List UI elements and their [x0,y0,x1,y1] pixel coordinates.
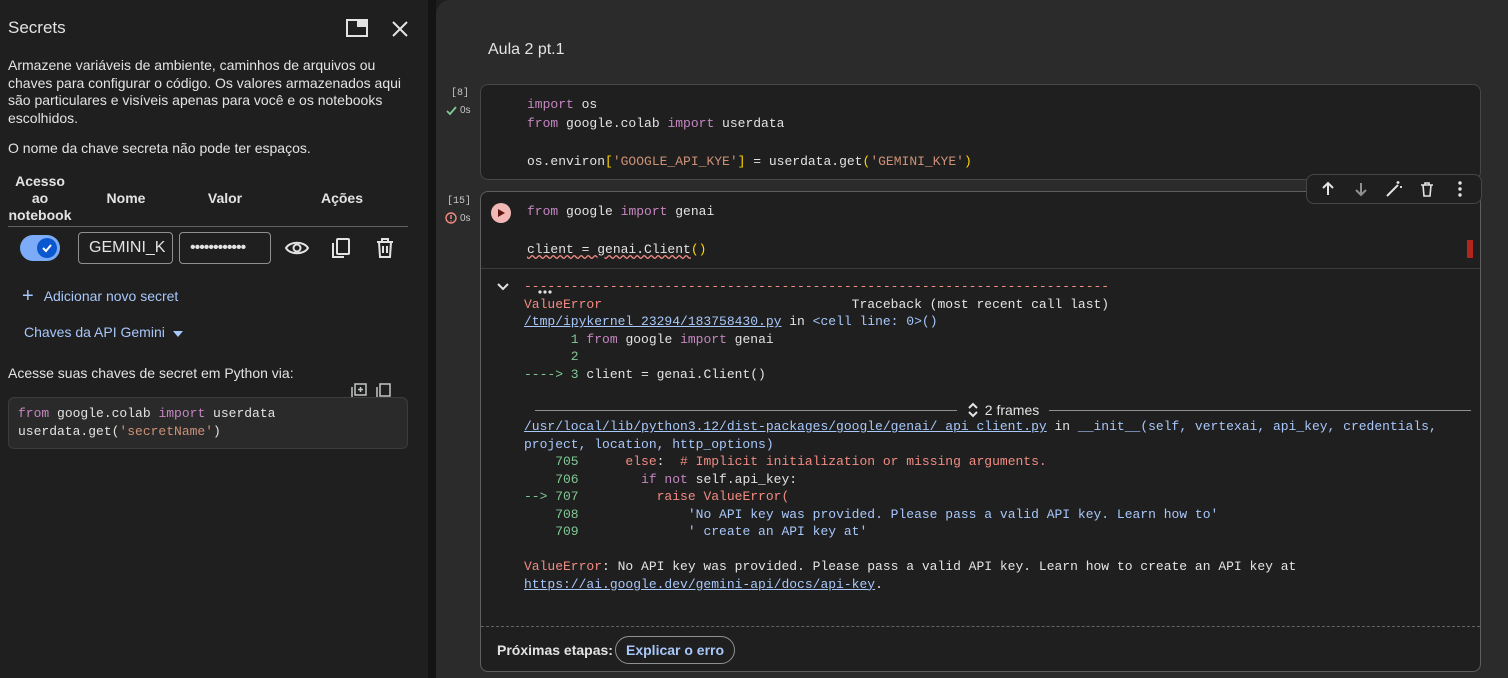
frames-line-right [1049,409,1471,411]
caret-down-icon [172,324,183,340]
open-in-tab-icon[interactable] [346,19,368,37]
next-steps-label: Próximas etapas: [497,642,613,658]
explain-error-button[interactable]: Explicar o erro [615,636,736,664]
execution-count: [15] [447,196,472,207]
collapsed-frames[interactable]: 2 frames [535,400,1471,420]
frames-line-left [535,409,957,411]
close-icon[interactable] [389,18,411,40]
delete-icon[interactable] [373,236,397,260]
error-marker [1467,240,1473,258]
execution-status: 0s [446,105,471,116]
copy-icon[interactable] [329,236,353,260]
move-up-icon[interactable] [1318,179,1338,199]
cell-toolbar [1306,174,1482,204]
notebook-section-title: Aula 2 pt.1 [488,41,565,58]
traceback-link[interactable]: /usr/local/lib/python3.12/dist-packages/… [524,419,1047,434]
add-secret-label: Adicionar novo secret [43,288,179,304]
cell-output: ----------------------------------------… [524,279,1437,592]
gemini-keys-label: Chaves da API Gemini [24,324,165,340]
code-cell[interactable]: import os from google.colab import userda… [480,84,1481,180]
move-down-icon[interactable] [1351,179,1371,199]
chevron-down-icon[interactable] [495,278,511,294]
secret-name-rule: O nome da chave secreta não pode ter esp… [8,140,311,156]
column-header-access: Acesso ao notebook [8,173,72,223]
panel-description: Armazene variáveis de ambiente, caminhos… [8,57,401,126]
cell-code[interactable]: from google import genai client = genai.… [527,202,714,259]
frames-label: 2 frames [957,401,1049,419]
edit-wand-icon[interactable] [1384,179,1404,199]
api-key-docs-link[interactable]: https://ai.google.dev/gemini-api/docs/ap… [524,577,875,592]
output-divider [481,268,1480,269]
execution-time: 0s [460,105,471,116]
plus-icon: + [22,285,34,307]
column-header-value: Valor [207,190,243,206]
next-steps-divider [481,626,1480,627]
delete-cell-icon[interactable] [1417,179,1437,199]
traceback-link[interactable]: /tmp/ipykernel_23294/183758430.py [524,314,781,329]
column-header-name: Nome [106,190,146,206]
column-header-actions: Ações [320,190,364,206]
panel-title: Secrets [8,18,66,37]
play-icon [498,209,505,217]
execution-time: 0s [460,212,471,224]
notebook-access-toggle[interactable] [20,235,60,261]
more-options-icon[interactable] [1450,179,1470,199]
success-check-icon [446,106,457,116]
run-cell-button[interactable] [491,203,511,223]
expand-icon [968,402,978,418]
error-icon [445,212,457,224]
eye-icon[interactable] [284,236,310,260]
gemini-keys-dropdown[interactable]: Chaves da API Gemini [24,324,183,340]
execution-status: 0s [445,212,471,224]
access-instructions: Acesse suas chaves de secret em Python v… [8,365,294,381]
code-snippet: from google.colab import userdata userdat… [8,397,408,449]
secret-name-input[interactable]: GEMINI_K [78,232,173,264]
cell-code[interactable]: import os from google.colab import userda… [527,95,972,171]
notebook-area: Aula 2 pt.1 [8] 0s import os from google.… [436,0,1508,678]
table-header-divider [8,226,408,227]
check-icon [37,238,57,258]
panel-gutter [428,0,436,678]
add-secret-button[interactable]: + Adicionar novo secret [22,285,179,307]
secret-value-input[interactable]: •••••••••••• [179,232,271,264]
execution-count: [8] [451,88,470,99]
secrets-panel: Secrets Armazene variáveis de ambiente, … [0,0,428,678]
